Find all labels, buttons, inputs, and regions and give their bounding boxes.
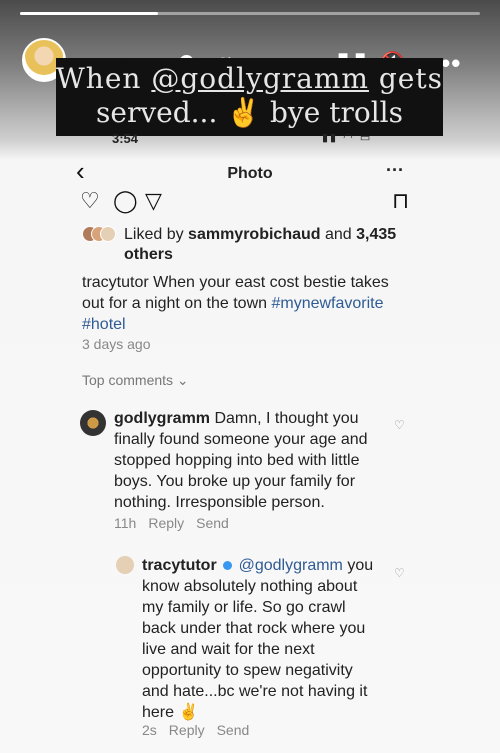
bookmark-icon[interactable]: ⊓ (392, 188, 409, 214)
liked-others[interactable]: others (124, 246, 173, 263)
caption-user[interactable]: tracytutor (82, 274, 149, 291)
post-date: 3 days ago (82, 336, 151, 352)
comment-2-meta: 2s Reply Send (142, 722, 261, 738)
phone-status-time: 3:54 (112, 131, 139, 146)
caption-line-2: served... ✌️ bye trolls (96, 96, 403, 129)
page-title: Photo (227, 165, 273, 182)
comment-2-time: 2s (142, 722, 157, 738)
comment-2: tracytutor @godlygramm you know absolute… (142, 555, 377, 723)
share-icon[interactable]: ▽ (145, 188, 162, 214)
send-button[interactable]: Send (196, 515, 229, 531)
post-caption: tracytutor When your east cost bestie ta… (82, 272, 412, 335)
story-progress-fill (20, 12, 158, 15)
liked-by-avatars (82, 226, 116, 242)
reply-button[interactable]: Reply (169, 722, 205, 738)
phone-status-icons: ▮▮ ◠ ▭ (322, 132, 373, 144)
story-caption: When @godlygramm gets served... ✌️ bye t… (56, 58, 443, 136)
comment-2-user[interactable]: tracytutor (142, 557, 217, 574)
comment-2-text: you know absolutely nothing about my fam… (142, 557, 374, 721)
send-button[interactable]: Send (217, 722, 250, 738)
like-comment-icon[interactable]: ♡ (394, 566, 405, 580)
comment-1-user[interactable]: godlygramm (114, 410, 210, 427)
like-comment-icon[interactable]: ♡ (394, 418, 405, 432)
caption-mention: @godlygramm (151, 62, 369, 95)
reply-button[interactable]: Reply (148, 515, 184, 531)
post-more-icon[interactable]: ··· (386, 160, 404, 181)
comment-1-time: 11h (114, 515, 137, 531)
comment-1-meta: 11h Reply Send (114, 515, 241, 531)
liked-mid: and (320, 226, 357, 243)
liked-count[interactable]: 3,435 (356, 226, 396, 243)
verified-badge-icon (223, 561, 233, 571)
caption-prefix: When (56, 62, 152, 95)
liked-prefix: Liked by (124, 226, 189, 243)
comment-1: godlygramm Damn, I thought you finally f… (114, 408, 379, 513)
comment-2-mention[interactable]: @godlygramm (239, 557, 343, 574)
avatar[interactable] (116, 556, 134, 574)
avatar[interactable] (80, 410, 106, 436)
story-progress-bar (20, 12, 480, 15)
caption-line-1: When @godlygramm gets (56, 62, 443, 95)
liked-user[interactable]: sammyrobichaud (188, 226, 320, 243)
liked-by-text: Liked by sammyrobichaud and 3,435 others (124, 225, 424, 265)
heart-icon[interactable]: ♡ (80, 188, 100, 214)
top-comments-dropdown[interactable]: Top comments ⌄ (82, 372, 189, 389)
comment-icon[interactable]: ◯ (113, 188, 138, 214)
caption-suffix: gets (368, 62, 443, 95)
